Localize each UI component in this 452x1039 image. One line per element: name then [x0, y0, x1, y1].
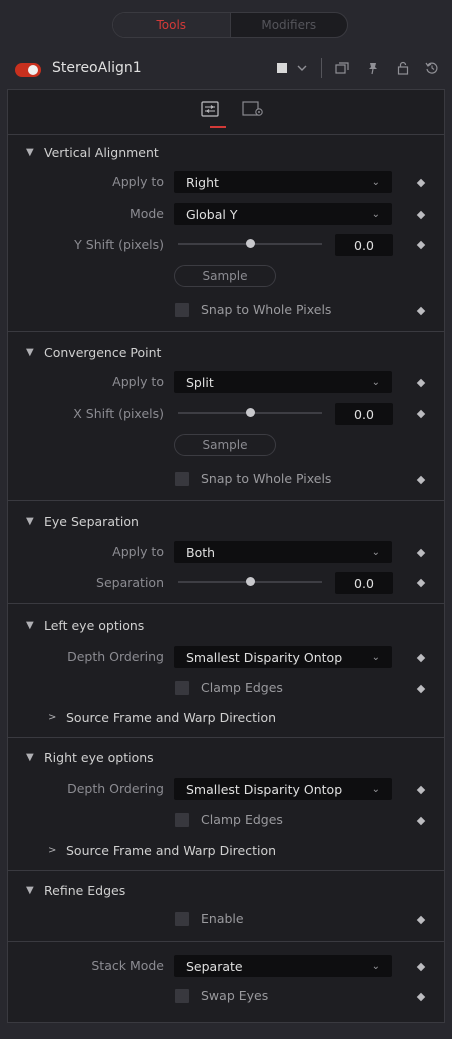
chevron-down-icon: ▼ [26, 752, 34, 763]
dropdown-value: Right [186, 174, 219, 190]
tab-modifiers[interactable]: Modifiers [231, 13, 348, 37]
sample-button[interactable]: Sample [174, 434, 276, 456]
settings-icon[interactable] [242, 98, 264, 120]
swap-eyes-label: Swap Eyes [201, 988, 269, 1003]
section-left-eye-options[interactable]: ▼ Left eye options [26, 618, 144, 633]
depth-ordering-label: Depth Ordering [67, 649, 164, 664]
left-depth-ordering-dropdown[interactable]: Smallest Disparity Ontop ⌄ [174, 646, 392, 668]
chevron-down-icon: ▼ [26, 620, 34, 631]
stack-mode-dropdown[interactable]: Separate ⌄ [174, 955, 392, 977]
lock-icon[interactable] [393, 58, 413, 78]
dropdown-value: Separate [186, 958, 243, 974]
section-title: Vertical Alignment [44, 145, 159, 160]
sample-button[interactable]: Sample [174, 265, 276, 287]
section-divider [7, 941, 445, 942]
chevron-down-icon: ▼ [26, 347, 34, 358]
section-title: Refine Edges [44, 883, 126, 898]
section-divider [7, 500, 445, 501]
depth-ordering-label: Depth Ordering [67, 781, 164, 796]
apply-to-label: Apply to [112, 374, 164, 389]
snap-checkbox[interactable] [175, 303, 189, 317]
chevron-down-icon[interactable] [292, 58, 312, 78]
xshift-slider-knob[interactable] [245, 408, 255, 417]
chevron-down-icon: ⌄ [371, 208, 380, 220]
color-swatch-icon[interactable] [277, 63, 287, 73]
apply-to-label: Apply to [112, 174, 164, 189]
tab-tools[interactable]: Tools [113, 13, 231, 37]
snap-label: Snap to Whole Pixels [201, 302, 332, 317]
apply-to-label: Apply to [112, 544, 164, 559]
source-frame-warp-toggle[interactable]: > Source Frame and Warp Direction [48, 843, 276, 858]
dropdown-value: Split [186, 374, 214, 390]
section-eye-separation[interactable]: ▼ Eye Separation [26, 514, 139, 529]
section-vertical-alignment[interactable]: ▼ Vertical Alignment [26, 145, 159, 160]
yshift-input[interactable]: 0.0 [335, 234, 393, 256]
chevron-down-icon: ⌄ [371, 783, 380, 795]
clamp-edges-label: Clamp Edges [201, 680, 283, 695]
clamp-edges-checkbox[interactable] [175, 681, 189, 695]
yshift-slider-knob[interactable] [245, 239, 255, 248]
pin-icon[interactable] [363, 58, 383, 78]
dropdown-value: Both [186, 544, 216, 560]
controls-icon[interactable] [199, 98, 221, 120]
dropdown-value: Smallest Disparity Ontop [186, 781, 343, 797]
subtabs-bar [7, 89, 445, 135]
chevron-right-icon: > [48, 712, 57, 723]
section-divider [7, 737, 445, 738]
clamp-edges-checkbox[interactable] [175, 813, 189, 827]
top-bar: Tools Modifiers [0, 0, 452, 48]
chevron-down-icon: ▼ [26, 516, 34, 527]
section-title: Right eye options [44, 750, 154, 765]
section-refine-edges[interactable]: ▼ Refine Edges [26, 883, 125, 898]
window-icon[interactable] [332, 58, 352, 78]
subsection-title: Source Frame and Warp Direction [66, 843, 277, 858]
convergence-apply-to-dropdown[interactable]: Split ⌄ [174, 371, 392, 393]
chevron-down-icon: ⌄ [371, 960, 380, 972]
section-divider [7, 870, 445, 871]
eye-separation-apply-to-dropdown[interactable]: Both ⌄ [174, 541, 392, 563]
tool-enable-toggle[interactable] [15, 63, 41, 77]
vertical-apply-to-dropdown[interactable]: Right ⌄ [174, 171, 392, 193]
snap-label: Snap to Whole Pixels [201, 471, 332, 486]
section-convergence-point[interactable]: ▼ Convergence Point [26, 345, 161, 360]
section-right-eye-options[interactable]: ▼ Right eye options [26, 750, 154, 765]
right-depth-ordering-dropdown[interactable]: Smallest Disparity Ontop ⌄ [174, 778, 392, 800]
enable-checkbox[interactable] [175, 912, 189, 926]
chevron-down-icon: ⌄ [371, 651, 380, 663]
stack-mode-label: Stack Mode [91, 958, 164, 973]
section-title: Left eye options [44, 618, 145, 633]
mode-dropdown[interactable]: Global Y ⌄ [174, 203, 392, 225]
chevron-right-icon: > [48, 845, 57, 856]
tool-name: StereoAlign1 [52, 60, 142, 76]
source-frame-warp-toggle[interactable]: > Source Frame and Warp Direction [48, 710, 276, 725]
dropdown-value: Global Y [186, 206, 238, 222]
separation-label: Separation [96, 575, 164, 590]
section-divider [7, 603, 445, 604]
chevron-down-icon: ⌄ [371, 376, 380, 388]
section-title: Convergence Point [44, 345, 162, 360]
reset-icon[interactable] [422, 58, 442, 78]
active-subtab-indicator [210, 126, 226, 128]
clamp-edges-label: Clamp Edges [201, 812, 283, 827]
chevron-down-icon: ⌄ [371, 546, 380, 558]
separation-slider-knob[interactable] [245, 577, 255, 586]
snap-checkbox[interactable] [175, 472, 189, 486]
chevron-down-icon: ▼ [26, 885, 34, 896]
xshift-label: X Shift (pixels) [73, 406, 164, 421]
tools-modifiers-tabs: Tools Modifiers [112, 12, 348, 38]
mode-label: Mode [129, 206, 164, 221]
subsection-title: Source Frame and Warp Direction [66, 710, 277, 725]
chevron-down-icon: ⌄ [371, 176, 380, 188]
enable-label: Enable [201, 911, 244, 926]
section-divider [7, 331, 445, 332]
yshift-label: Y Shift (pixels) [74, 237, 164, 252]
xshift-input[interactable]: 0.0 [335, 403, 393, 425]
chevron-down-icon: ▼ [26, 147, 34, 158]
separation-input[interactable]: 0.0 [335, 572, 393, 594]
section-title: Eye Separation [44, 514, 139, 529]
dropdown-value: Smallest Disparity Ontop [186, 649, 343, 665]
swap-eyes-checkbox[interactable] [175, 989, 189, 1003]
header-separator [321, 58, 322, 78]
